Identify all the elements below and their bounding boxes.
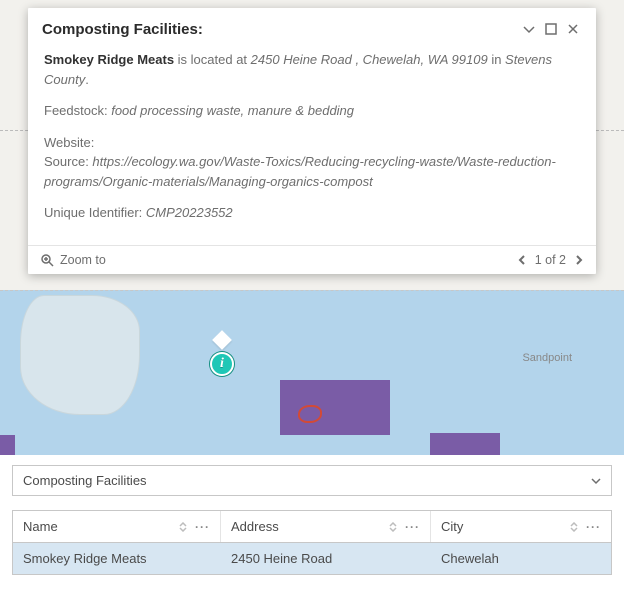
feature-popup: Composting Facilities: Smokey Ridge Meat… bbox=[28, 8, 596, 274]
popup-footer: Zoom to 1 of 2 bbox=[28, 245, 596, 274]
pager-text: 1 of 2 bbox=[535, 253, 566, 267]
map-marker[interactable]: i bbox=[210, 352, 234, 376]
close-button[interactable] bbox=[562, 18, 584, 40]
zoom-icon bbox=[40, 253, 54, 267]
popup-body: Smokey Ridge Meats is located at 2450 He… bbox=[28, 48, 596, 245]
attribute-table: Name ··· Address ··· City ··· Smokey Rid… bbox=[12, 510, 612, 575]
popup-location-line: Smokey Ridge Meats is located at 2450 He… bbox=[44, 50, 580, 89]
facility-name: Smokey Ridge Meats bbox=[44, 52, 174, 67]
map-canvas[interactable]: Sandpoint i Composting Facilities: Smoke… bbox=[0, 0, 624, 455]
layer-select-value: Composting Facilities bbox=[23, 473, 147, 488]
collapse-button[interactable] bbox=[518, 18, 540, 40]
website-label: Website: bbox=[44, 135, 94, 150]
column-header-city[interactable]: City ··· bbox=[431, 511, 611, 542]
map-land-outline bbox=[20, 295, 140, 415]
attribute-table-section: Name ··· Address ··· City ··· Smokey Rid… bbox=[0, 496, 624, 575]
map-polygon bbox=[280, 380, 390, 435]
map-border bbox=[0, 290, 624, 291]
column-menu-button[interactable]: ··· bbox=[405, 520, 420, 534]
city-label: Sandpoint bbox=[522, 352, 572, 364]
layer-dropdown-section: Composting Facilities bbox=[0, 455, 624, 496]
sort-icon[interactable] bbox=[570, 522, 578, 532]
dock-icon bbox=[544, 22, 558, 36]
popup-uid-line: Unique Identifier: CMP20223552 bbox=[44, 203, 580, 223]
close-icon bbox=[566, 22, 580, 36]
dock-button[interactable] bbox=[540, 18, 562, 40]
table-header-row: Name ··· Address ··· City ··· bbox=[13, 511, 611, 543]
popup-header: Composting Facilities: bbox=[28, 8, 596, 48]
sort-icon[interactable] bbox=[389, 522, 397, 532]
source-url: https://ecology.wa.gov/Waste-Toxics/Redu… bbox=[44, 154, 556, 189]
column-menu-button[interactable]: ··· bbox=[195, 520, 210, 534]
map-outline-shape bbox=[298, 405, 322, 423]
info-icon: i bbox=[220, 357, 224, 371]
table-row[interactable]: Smokey Ridge Meats 2450 Heine Road Chewe… bbox=[13, 543, 611, 574]
column-header-name[interactable]: Name ··· bbox=[13, 511, 221, 542]
layer-select[interactable]: Composting Facilities bbox=[12, 465, 612, 496]
chevron-down-icon bbox=[522, 22, 536, 36]
feature-pager: 1 of 2 bbox=[517, 253, 584, 267]
map-polygon bbox=[430, 433, 500, 455]
table-body: Smokey Ridge Meats 2450 Heine Road Chewe… bbox=[13, 543, 611, 574]
popup-source-block: Website: Source: https://ecology.wa.gov/… bbox=[44, 133, 580, 192]
cell-name: Smokey Ridge Meats bbox=[13, 543, 221, 574]
chevron-down-icon bbox=[591, 476, 601, 486]
zoom-to-label: Zoom to bbox=[60, 253, 106, 267]
zoom-to-button[interactable]: Zoom to bbox=[40, 253, 517, 267]
chevron-right-icon bbox=[574, 255, 584, 265]
uid-value: CMP20223552 bbox=[146, 205, 233, 220]
pager-prev-button[interactable] bbox=[517, 255, 527, 265]
pager-next-button[interactable] bbox=[574, 255, 584, 265]
popup-feedstock-line: Feedstock: food processing waste, manure… bbox=[44, 101, 580, 121]
popup-title: Composting Facilities: bbox=[42, 21, 518, 38]
feedstock-value: food processing waste, manure & bedding bbox=[111, 103, 354, 118]
column-menu-button[interactable]: ··· bbox=[586, 520, 601, 534]
column-header-address[interactable]: Address ··· bbox=[221, 511, 431, 542]
map-polygon bbox=[0, 435, 15, 455]
facility-address: 2450 Heine Road , Chewelah, WA 99109 bbox=[251, 52, 488, 67]
cell-city: Chewelah bbox=[431, 543, 611, 574]
chevron-left-icon bbox=[517, 255, 527, 265]
cell-address: 2450 Heine Road bbox=[221, 543, 431, 574]
sort-icon[interactable] bbox=[179, 522, 187, 532]
